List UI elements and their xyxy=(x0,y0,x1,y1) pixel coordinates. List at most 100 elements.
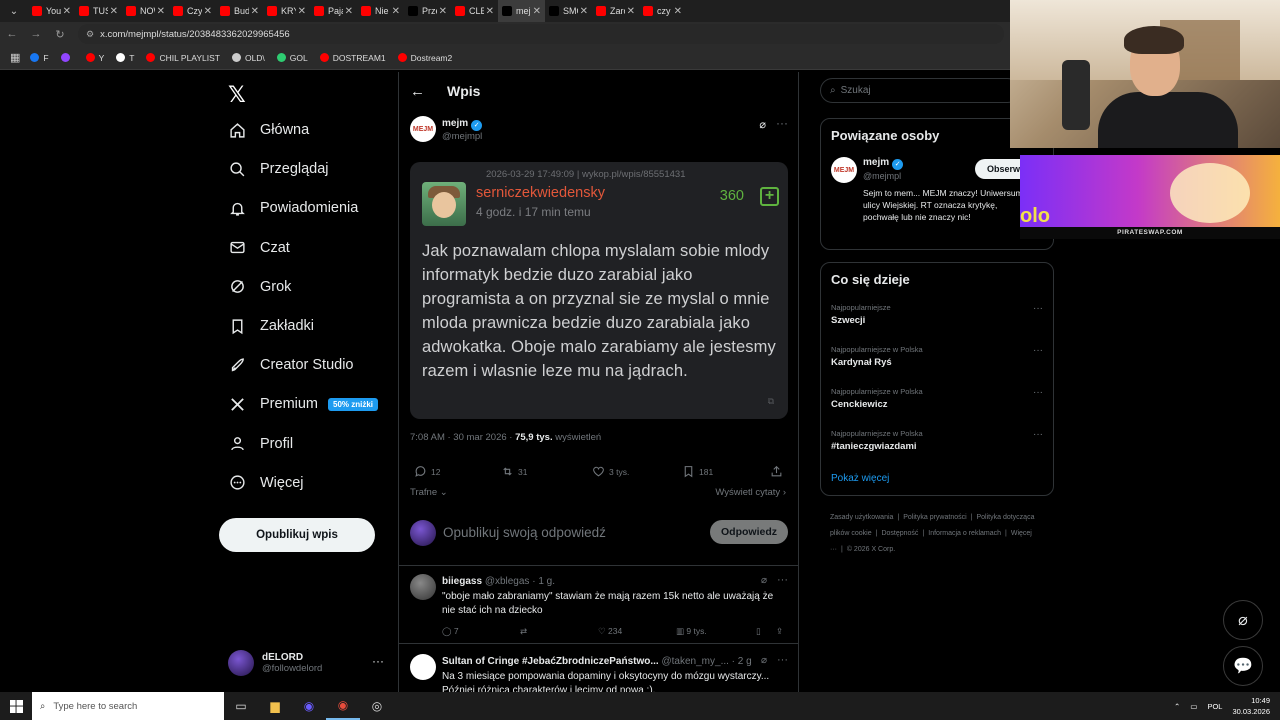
share-icon[interactable]: ⇪ xyxy=(776,626,783,637)
reply-action[interactable]: 12 xyxy=(414,465,440,478)
trend-item[interactable]: Najpopularniejsze Szwecji ··· xyxy=(831,303,1043,326)
footer-link[interactable]: Dostępność xyxy=(881,530,918,537)
reply-item[interactable]: Sultan of Cringe #JebaćZbrodniczePaństwo… xyxy=(399,654,798,692)
close-tab-icon[interactable]: ✕ xyxy=(204,6,212,17)
grok-icon[interactable]: ⌀ xyxy=(759,118,766,131)
account-switcher[interactable]: dELORD @followdelord ··· xyxy=(228,646,388,680)
browser-tab[interactable]: Pająk✕ xyxy=(310,0,357,22)
nav-item-bell[interactable]: Powiadomienia xyxy=(228,199,358,217)
search-input[interactable]: ⌕ Szukaj xyxy=(820,78,1020,103)
forward-icon[interactable]: → xyxy=(24,28,48,40)
reply-input[interactable]: Opublikuj swoją odpowiedź xyxy=(443,525,606,540)
trend-more-icon[interactable]: ··· xyxy=(1033,387,1043,398)
close-tab-icon[interactable]: ✕ xyxy=(674,6,682,17)
reply-repost-action[interactable]: ⇄ xyxy=(520,626,527,637)
browser-tab[interactable]: KRYZ✕ xyxy=(263,0,310,22)
author-name-row[interactable]: mejm ✓ xyxy=(442,118,483,131)
footer-link[interactable]: © 2026 X Corp. xyxy=(847,546,895,553)
footer-link[interactable]: Zasady użytkowania xyxy=(830,514,893,521)
nav-item-search[interactable]: Przeglądaj xyxy=(228,160,329,178)
site-info-icon[interactable]: ⚙ xyxy=(86,29,94,40)
reply-sort-dropdown[interactable]: Trafne ⌄ xyxy=(410,487,448,498)
close-tab-icon[interactable]: ✕ xyxy=(110,6,118,17)
chrome-icon[interactable]: ◉ xyxy=(326,692,360,720)
close-tab-icon[interactable]: ✕ xyxy=(392,6,400,17)
nav-item-grok[interactable]: Grok xyxy=(228,278,291,296)
nav-item-home[interactable]: Główna xyxy=(228,121,309,139)
reply-more-icon[interactable]: ··· xyxy=(777,574,788,586)
file-explorer-icon[interactable]: ▆ xyxy=(258,692,292,720)
tab-list-icon[interactable]: ⌄ xyxy=(0,0,28,22)
address-bar[interactable]: ⚙ x.com/mejmpl/status/203848336202996545… xyxy=(78,24,1004,44)
language-indicator[interactable]: POL xyxy=(1207,702,1222,711)
reply-item[interactable]: biiegass @xblegas · 1 g. ⌀ ··· "oboje ma… xyxy=(399,574,798,644)
app-icon[interactable]: ◉ xyxy=(292,692,326,720)
close-tab-icon[interactable]: ✕ xyxy=(298,6,306,17)
x-logo-icon[interactable]: 𝕏 xyxy=(228,82,246,108)
view-quotes-link[interactable]: Wyświetl cytaty › xyxy=(715,487,786,498)
browser-tab[interactable]: CLEA✕ xyxy=(451,0,498,22)
reply-more-icon[interactable]: ··· xyxy=(777,654,788,666)
related-name-row[interactable]: mejm ✓ xyxy=(863,157,904,170)
footer-link[interactable]: Informacja o reklamach xyxy=(928,530,1001,537)
task-view-icon[interactable]: ▭ xyxy=(224,692,258,720)
nav-item-rocket[interactable]: Creator Studio xyxy=(228,356,354,374)
bookmark-icon[interactable]: ▯ xyxy=(756,626,761,637)
footer-link[interactable]: Polityka prywatności xyxy=(903,514,966,521)
bookmark-item[interactable]: DOSTREAM1 xyxy=(319,53,386,63)
bookmark-item[interactable] xyxy=(60,53,74,63)
share-action[interactable] xyxy=(770,465,787,478)
close-tab-icon[interactable]: ✕ xyxy=(63,6,71,17)
close-tab-icon[interactable]: ✕ xyxy=(345,6,353,17)
tray-chevron-icon[interactable]: ⌃ xyxy=(1174,702,1180,711)
back-arrow-icon[interactable]: ← xyxy=(410,83,440,100)
reload-icon[interactable]: ↻ xyxy=(48,28,72,41)
show-more-link[interactable]: Pokaż więcej xyxy=(831,473,889,484)
nav-item-person[interactable]: Profil xyxy=(228,435,293,453)
like-action[interactable]: 3 tys. xyxy=(592,465,629,478)
reply-button[interactable]: Odpowiedz xyxy=(710,520,788,544)
network-icon[interactable]: ▭ xyxy=(1190,702,1197,711)
bookmark-item[interactable]: GOL xyxy=(276,53,308,63)
taskbar-search[interactable]: ⌕ Type here to search xyxy=(32,692,224,720)
bookmark-item[interactable]: Dostream2 xyxy=(397,53,452,63)
trend-more-icon[interactable]: ··· xyxy=(1033,429,1043,440)
author-avatar[interactable]: MEJM xyxy=(410,116,436,142)
browser-tab[interactable]: Czy P✕ xyxy=(169,0,216,22)
browser-tab[interactable]: YouTu✕ xyxy=(28,0,75,22)
post-more-icon[interactable]: ··· xyxy=(776,116,788,130)
nav-item-bookmark[interactable]: Zakładki xyxy=(228,317,314,335)
repost-action[interactable]: 31 xyxy=(501,465,527,478)
reply-avatar[interactable] xyxy=(410,654,436,680)
grok-icon[interactable]: ⌀ xyxy=(761,655,767,666)
reply-avatar[interactable] xyxy=(410,574,436,600)
browser-tab[interactable]: czy p✕ xyxy=(639,0,686,22)
bookmark-item[interactable]: OLD\ xyxy=(231,53,265,63)
bookmark-item[interactable]: F xyxy=(30,53,49,63)
bookmark-item[interactable]: T xyxy=(116,53,134,63)
bookmark-action[interactable]: 181 xyxy=(682,465,713,478)
trend-more-icon[interactable]: ··· xyxy=(1033,303,1043,314)
apps-icon[interactable]: ▦ xyxy=(10,51,20,64)
close-tab-icon[interactable]: ✕ xyxy=(533,6,541,17)
reply-reply-action[interactable]: ◯ 7 xyxy=(442,626,459,637)
browser-tab[interactable]: Przem✕ xyxy=(404,0,451,22)
close-tab-icon[interactable]: ✕ xyxy=(439,6,447,17)
trend-more-icon[interactable]: ··· xyxy=(1033,345,1043,356)
chat-fab-icon[interactable]: 💬 xyxy=(1223,646,1263,686)
close-tab-icon[interactable]: ✕ xyxy=(251,6,259,17)
post-image-wykop-screenshot[interactable]: 2026-03-29 17:49:09 | wykop.pl/wpis/8555… xyxy=(410,162,788,419)
reply-like-action[interactable]: ♡ 234 xyxy=(598,626,622,637)
browser-tab[interactable]: TUSK✕ xyxy=(75,0,122,22)
browser-tab[interactable]: SMOC✕ xyxy=(545,0,592,22)
nav-item-x[interactable]: Premium 50% zniżki xyxy=(228,395,379,413)
trend-item[interactable]: Najpopularniejsze w Polska Cenckiewicz ··· xyxy=(831,387,1043,410)
bookmark-item[interactable]: CHIL PLAYLIST xyxy=(146,53,220,63)
close-tab-icon[interactable]: ✕ xyxy=(627,6,635,17)
clock[interactable]: 10:49 30.03.2026 xyxy=(1232,695,1270,717)
grok-fab-icon[interactable]: ⌀ xyxy=(1223,600,1263,640)
browser-tab[interactable]: NOW✕ xyxy=(122,0,169,22)
obs-icon[interactable]: ◎ xyxy=(360,692,394,720)
grok-icon[interactable]: ⌀ xyxy=(761,575,767,586)
publish-post-button[interactable]: Opublikuj wpis xyxy=(219,518,375,552)
